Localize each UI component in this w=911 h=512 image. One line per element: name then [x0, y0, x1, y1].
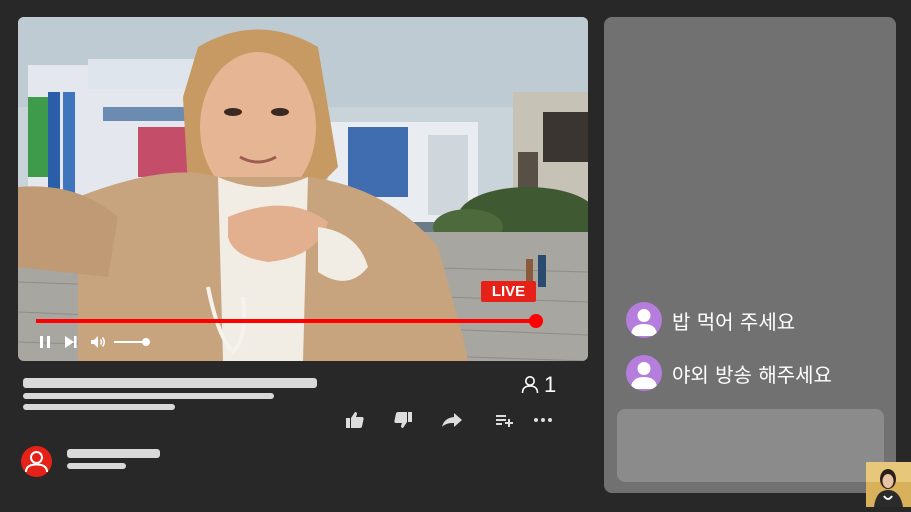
like-button[interactable] — [343, 408, 367, 432]
dislike-button[interactable] — [391, 408, 415, 432]
video-player[interactable]: LIVE — [18, 17, 588, 361]
person-icon — [521, 376, 539, 394]
chat-author-avatar — [626, 355, 662, 391]
chat-message-text: 야외 방송 해주세요 — [672, 362, 832, 387]
viewer-count-value: 1 — [544, 372, 557, 397]
channel-subscribers-placeholder — [67, 463, 126, 469]
pause-icon — [40, 336, 50, 348]
add-to-playlist-icon — [496, 415, 513, 427]
share-button[interactable] — [440, 408, 464, 432]
live-chat-panel: 밥 먹어 주세요 야외 방송 해주세요 — [604, 17, 896, 493]
live-stream-page: LIVE 1 밥 먹어 주세요 야외 방송 해주세요 — [0, 0, 911, 512]
video-meta-placeholder — [23, 404, 175, 410]
user-avatar-icon — [25, 451, 48, 473]
chat-message: 밥 먹어 주세요 — [626, 302, 795, 338]
progress-fill — [36, 319, 536, 323]
skip-next-icon — [65, 336, 77, 348]
video-frame — [18, 17, 588, 361]
mute-button[interactable] — [89, 333, 107, 351]
more-icon — [534, 418, 552, 422]
live-badge: LIVE — [481, 281, 536, 302]
chat-message: 야외 방송 해주세요 — [626, 355, 832, 391]
chat-message-text: 밥 먹어 주세요 — [672, 309, 796, 334]
more-button[interactable] — [531, 408, 555, 432]
next-button[interactable] — [62, 333, 80, 351]
save-to-playlist-button[interactable] — [492, 408, 516, 432]
channel-avatar[interactable] — [21, 446, 52, 477]
volume-icon — [91, 336, 105, 348]
user-avatar-icon — [631, 309, 657, 336]
viewer-count: 1 — [521, 373, 556, 397]
user-avatar-icon — [631, 362, 657, 389]
volume-slider-handle[interactable] — [142, 338, 150, 346]
video-title-placeholder — [23, 378, 317, 388]
channel-name-placeholder — [67, 449, 160, 458]
progress-scrubber[interactable] — [529, 314, 543, 328]
chat-author-avatar — [626, 302, 662, 338]
video-subtitle-placeholder — [23, 393, 274, 399]
dislike-icon — [394, 412, 412, 428]
pause-button[interactable] — [36, 333, 54, 351]
share-icon — [442, 413, 462, 427]
streamer-thumbnail — [866, 462, 911, 507]
like-icon — [346, 412, 364, 428]
progress-bar[interactable] — [36, 314, 543, 328]
chat-input-box[interactable] — [617, 409, 884, 482]
